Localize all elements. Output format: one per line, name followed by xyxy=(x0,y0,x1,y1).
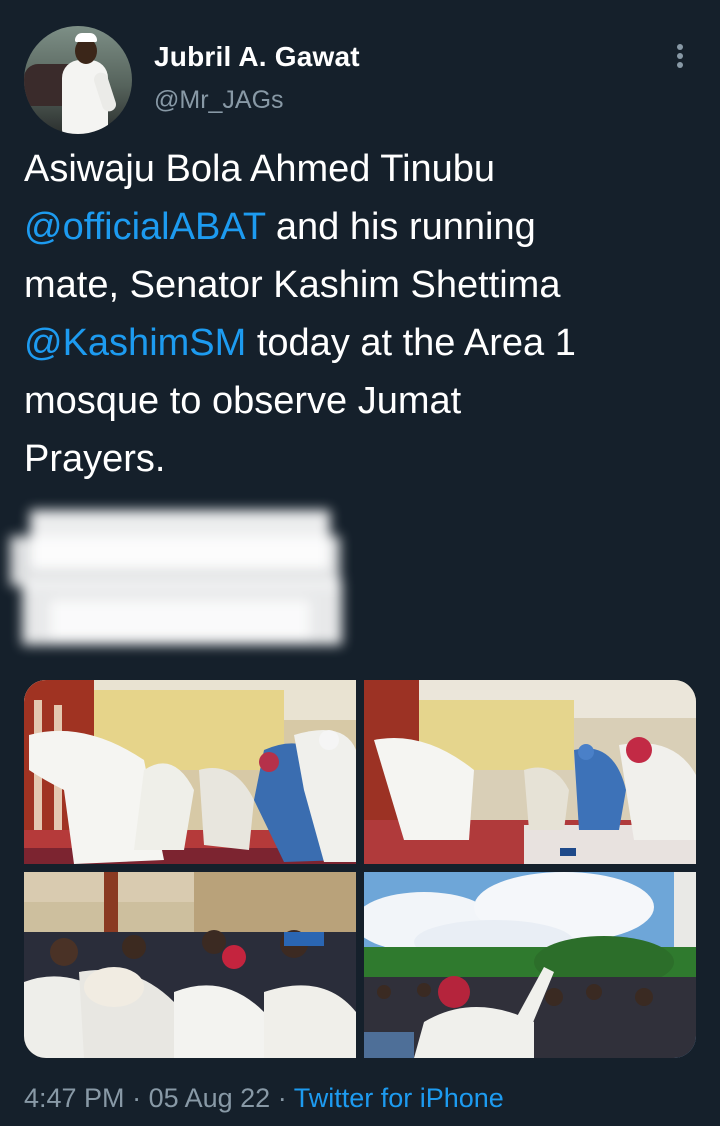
avatar-cap xyxy=(75,33,97,42)
media-grid xyxy=(24,680,696,1058)
more-dot xyxy=(677,44,683,50)
tweet-detail: Jubril A. Gawat @Mr_JAGs Asiwaju Bola Ah… xyxy=(0,0,720,1126)
tweet-text-line: mate, Senator Kashim Shettima xyxy=(24,264,561,306)
author-name[interactable]: Jubril A. Gawat xyxy=(154,41,360,73)
mention-link[interactable]: @officialABAT xyxy=(24,206,265,248)
mention-link[interactable]: @KashimSM xyxy=(24,322,246,364)
tweet-source-link[interactable]: Twitter for iPhone xyxy=(294,1083,504,1113)
media-image-1[interactable] xyxy=(24,680,356,864)
author-handle[interactable]: @Mr_JAGs xyxy=(154,86,284,115)
meta-separator: · xyxy=(270,1083,294,1113)
tweet-text-line: today at the Area 1 xyxy=(246,322,576,364)
meta-separator: · xyxy=(124,1083,149,1113)
more-vertical-icon[interactable] xyxy=(668,38,692,74)
tweet-metadata: 4:47 PM · 05 Aug 22 · Twitter for iPhone xyxy=(24,1083,504,1114)
tweet-date: 05 Aug 22 xyxy=(148,1083,271,1113)
blurred-hashtags xyxy=(10,500,355,660)
tweet-text-line: and his running xyxy=(265,206,536,248)
more-dot xyxy=(677,62,683,68)
tweet-text-line: mosque to observe Jumat xyxy=(24,380,462,422)
tweet-text-line: Prayers. xyxy=(24,438,166,480)
tweet-text: Asiwaju Bola Ahmed Tinubu @officialABAT … xyxy=(24,140,694,488)
more-dot xyxy=(677,53,683,59)
author-avatar[interactable] xyxy=(24,26,132,134)
tweet-time: 4:47 PM xyxy=(24,1083,125,1113)
media-image-3[interactable] xyxy=(24,872,356,1058)
tweet-text-line: Asiwaju Bola Ahmed Tinubu xyxy=(24,148,496,190)
media-image-2[interactable] xyxy=(364,680,696,864)
media-image-4[interactable] xyxy=(364,872,696,1058)
